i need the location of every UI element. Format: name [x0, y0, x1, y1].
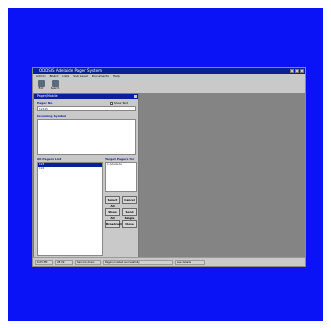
close-button[interactable]: Close [122, 220, 137, 228]
broadcast-button[interactable]: Broadcast [105, 220, 122, 228]
exit-tool-label: Exit [38, 87, 44, 90]
checkbox-icon [110, 101, 113, 105]
incoming-symbol-textarea[interactable] [37, 119, 136, 155]
door-icon [37, 80, 45, 87]
status-time: 6.05 PM [35, 259, 53, 265]
show-text-label: Show Text [113, 101, 128, 105]
close-icon[interactable] [300, 69, 304, 73]
status-message: Pagers loaded successfully [103, 259, 173, 265]
search-tool-button[interactable]: Search [50, 79, 60, 92]
status-details: see details [175, 259, 205, 265]
pager-mobile-dialog: Pager/Mobile Pager No Show Text 12345 In… [33, 93, 139, 259]
list-item[interactable]: 124 [38, 166, 102, 171]
dialog-titlebar: Pager/Mobile [34, 94, 138, 99]
dialog-title: Pager/Mobile [37, 94, 58, 98]
select-all-button[interactable]: Select All [105, 196, 120, 208]
dialog-close-icon[interactable] [134, 95, 137, 98]
all-pagers-list[interactable]: 123 124 [37, 162, 103, 256]
pager-no-field[interactable]: 12345 [37, 106, 136, 111]
minimize-icon[interactable] [290, 69, 294, 73]
app-window: ODDSIS Adelaide Pager System Admin Board… [32, 67, 306, 267]
window-title: ODDSIS Adelaide Pager System [39, 68, 102, 73]
status-service: Service down [75, 259, 101, 265]
pager-no-label: Pager No [37, 101, 53, 105]
target-pagers-list[interactable]: 1 Adelaide [105, 162, 137, 192]
send-single-button[interactable]: Send Single [122, 208, 137, 220]
status-date: 28 09 [55, 259, 73, 265]
cancel-button[interactable]: Cancel [122, 196, 137, 204]
show-all-button[interactable]: Show All [105, 208, 120, 220]
all-pagers-label: All Pagers List [37, 157, 62, 161]
list-item[interactable]: 1 Adelaide [106, 162, 136, 167]
search-tool-label: Search [50, 87, 60, 90]
show-text-checkbox[interactable]: Show Text [110, 101, 128, 105]
maximize-icon[interactable] [295, 69, 299, 73]
mdi-workspace: Pager/Mobile Pager No Show Text 12345 In… [33, 93, 305, 259]
incoming-symbol-label: Incoming Symbol [37, 114, 67, 118]
status-bar: 6.05 PM 28 09 Service down Pagers loaded… [33, 257, 305, 266]
toolbar: Exit Search [33, 79, 305, 93]
search-icon [51, 80, 59, 87]
exit-tool-button[interactable]: Exit [36, 79, 46, 92]
